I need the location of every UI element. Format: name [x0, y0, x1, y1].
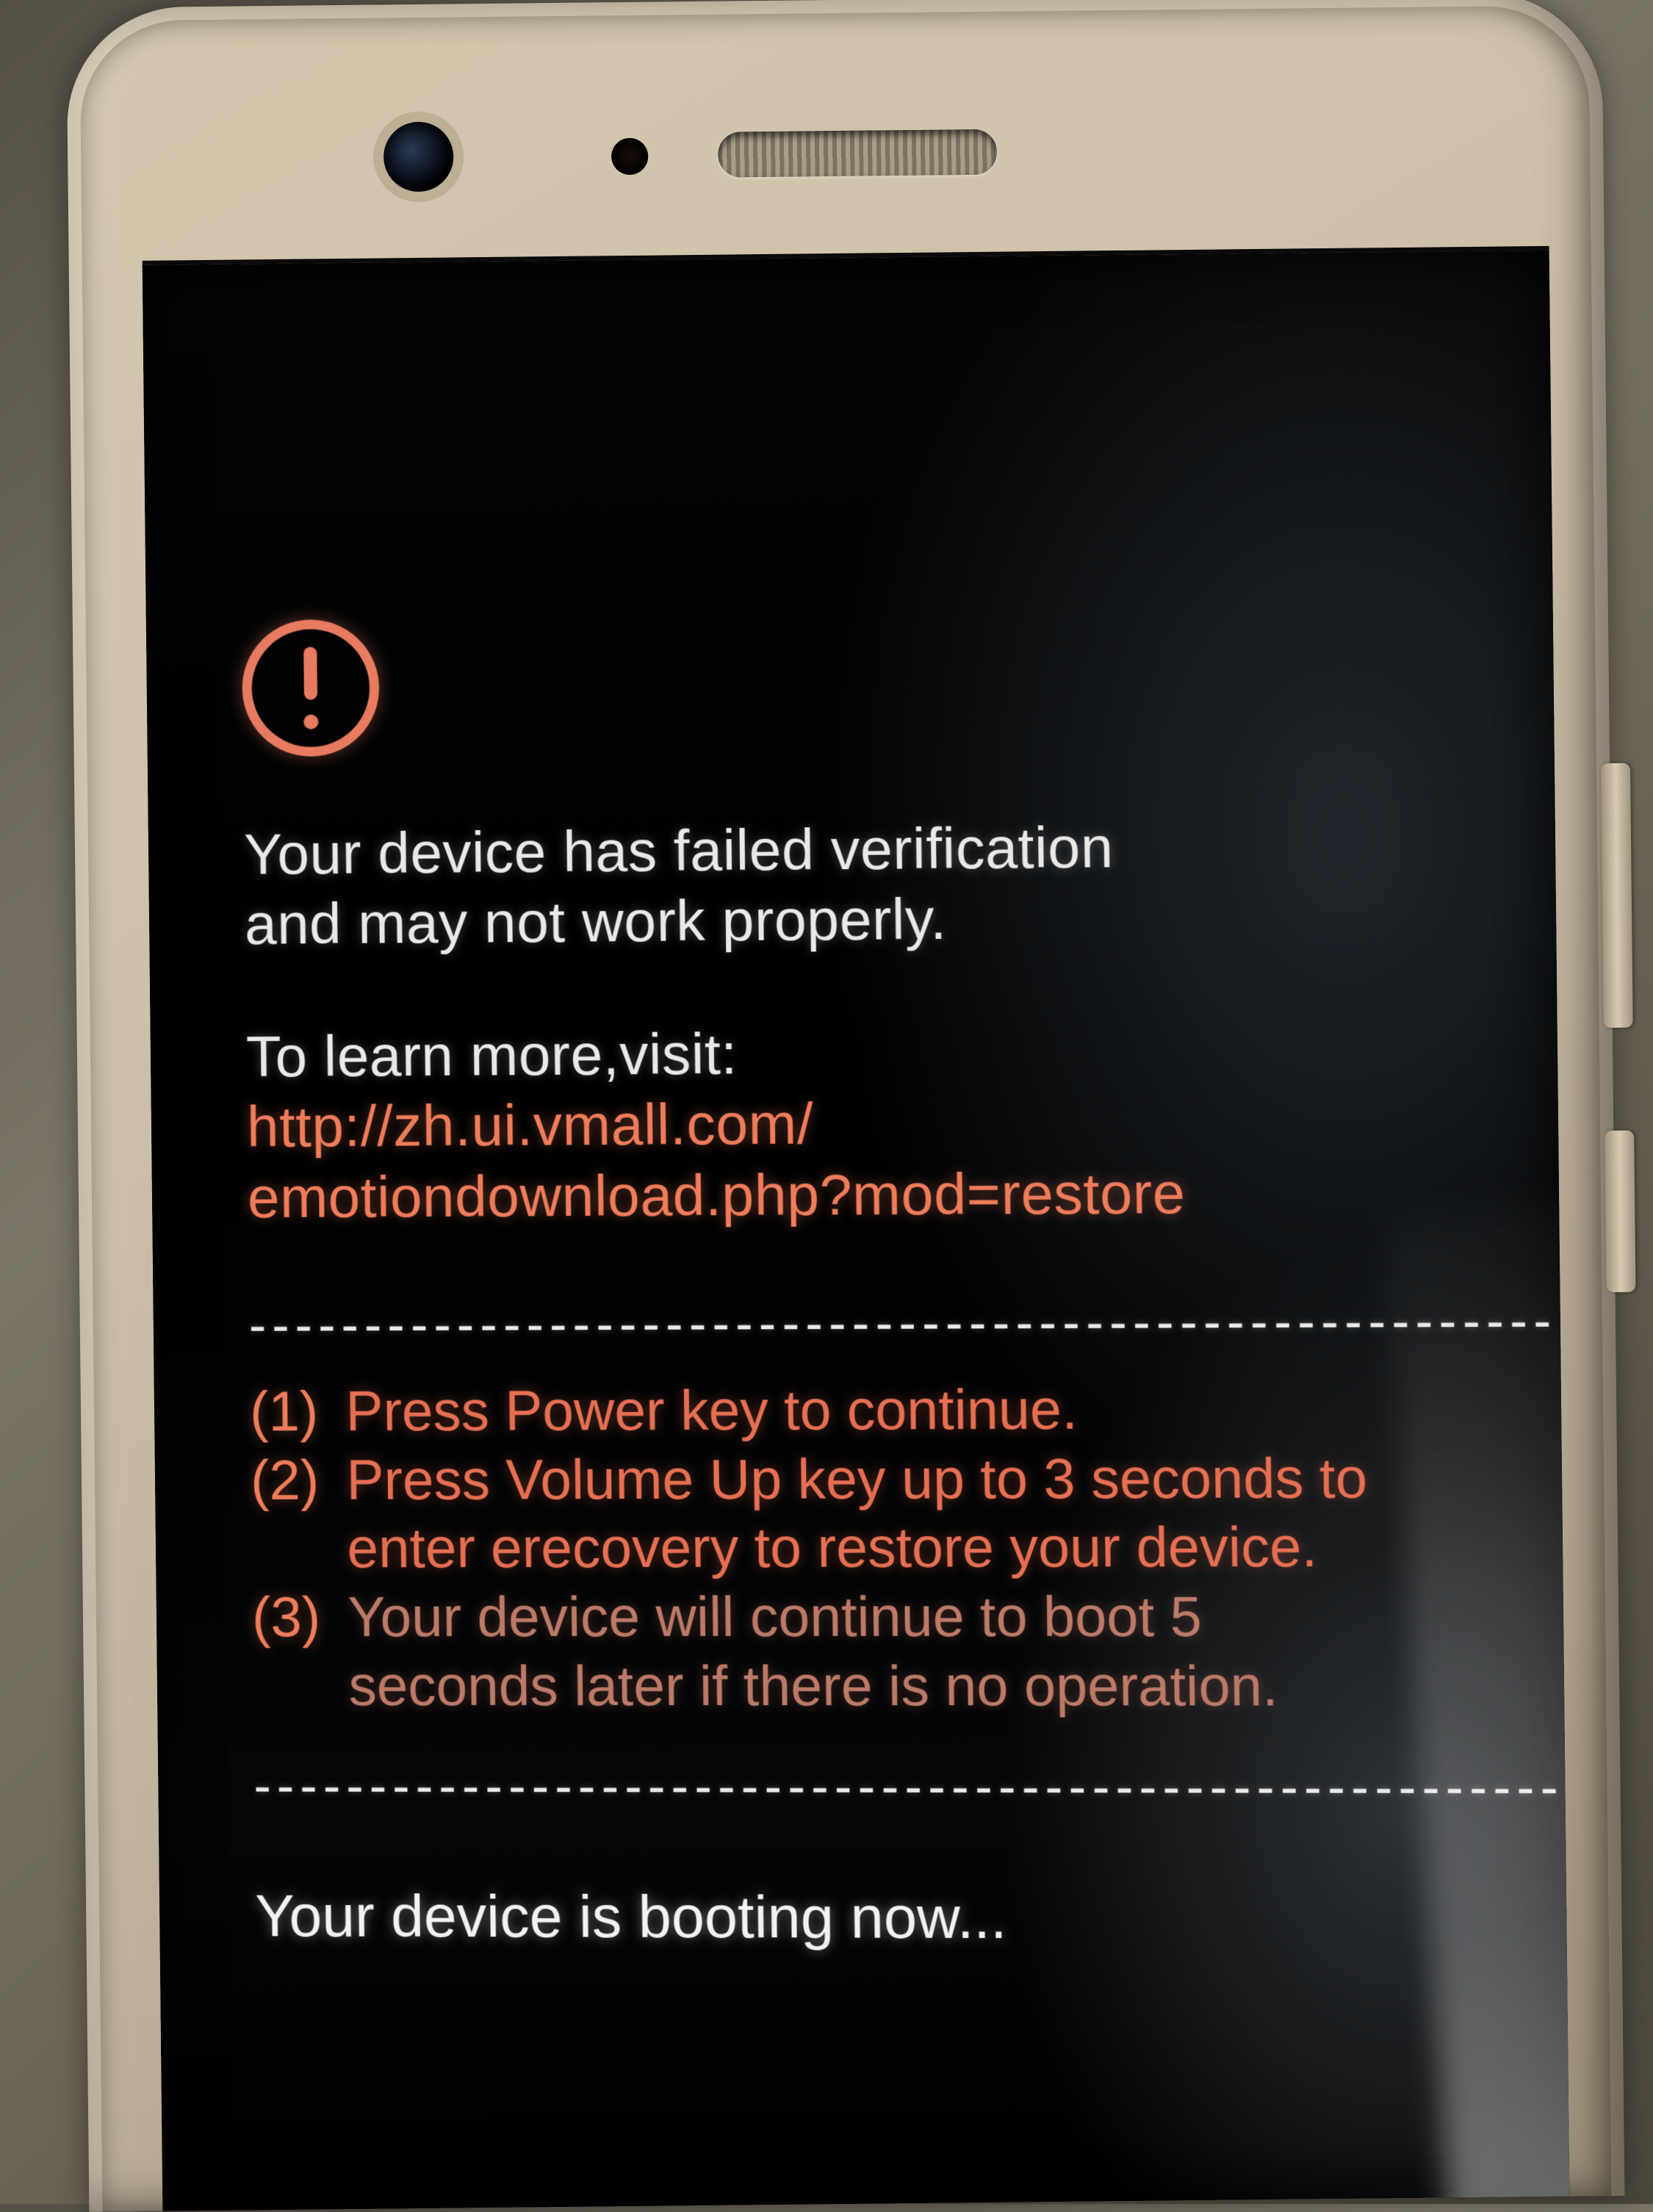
learn-more-block: To learn more,visit: http://zh.ui.vmall.… — [246, 1014, 1549, 1233]
instruction-text: seconds later if there is no operation. — [348, 1652, 1278, 1721]
instruction-text: Your device will continue to boot 5 — [347, 1583, 1202, 1652]
phone-frame: Your device has failed verification and … — [66, 0, 1624, 2212]
instruction-text: enter erecovery to restore your device. — [347, 1513, 1318, 1583]
instruction-item: enter erecovery to restore your device. — [251, 1513, 1555, 1584]
instruction-item: (1) Press Power key to continue. — [250, 1375, 1553, 1447]
message-line: and may not work properly. — [245, 879, 1546, 959]
instruction-number: (2) — [251, 1447, 347, 1516]
power-button — [1605, 1131, 1635, 1292]
instructions-list: (1) Press Power key to continue. (2) Pre… — [250, 1375, 1557, 1722]
proximity-sensor — [611, 138, 649, 176]
instruction-text: Press Power key to continue. — [345, 1376, 1078, 1447]
restore-url: emotiondownload.php?mod=restore — [248, 1156, 1549, 1233]
instruction-number: (1) — [250, 1377, 346, 1447]
volume-rocker — [1601, 763, 1633, 1028]
instruction-text: Press Volume Up key up to 3 seconds to — [346, 1444, 1368, 1515]
message-line: Your device has failed verification — [244, 808, 1544, 889]
booting-status: Your device is booting now... — [255, 1882, 1560, 1954]
learn-more-prompt: To learn more,visit: — [246, 1014, 1548, 1092]
front-camera — [383, 121, 454, 192]
bootloader-warning: Your device has failed verification and … — [242, 607, 1560, 1954]
restore-url: http://zh.ui.vmall.com/ — [247, 1085, 1549, 1163]
instruction-item: (3) Your device will continue to boot 5 — [252, 1582, 1556, 1652]
sensor-bar — [68, 95, 1604, 199]
instruction-item: (2) Press Volume Up key up to 3 seconds … — [251, 1444, 1554, 1515]
divider: ----------------------------------------… — [253, 1757, 1558, 1817]
instruction-number: (3) — [252, 1583, 349, 1651]
earpiece-speaker — [718, 129, 998, 178]
instruction-number — [251, 1515, 348, 1583]
alert-icon — [242, 619, 380, 757]
verification-failed-message: Your device has failed verification and … — [244, 808, 1546, 959]
phone-screen: Your device has failed verification and … — [143, 246, 1570, 2211]
instruction-number — [253, 1652, 350, 1721]
divider: ----------------------------------------… — [248, 1291, 1551, 1355]
instruction-item: seconds later if there is no operation. — [253, 1652, 1557, 1722]
